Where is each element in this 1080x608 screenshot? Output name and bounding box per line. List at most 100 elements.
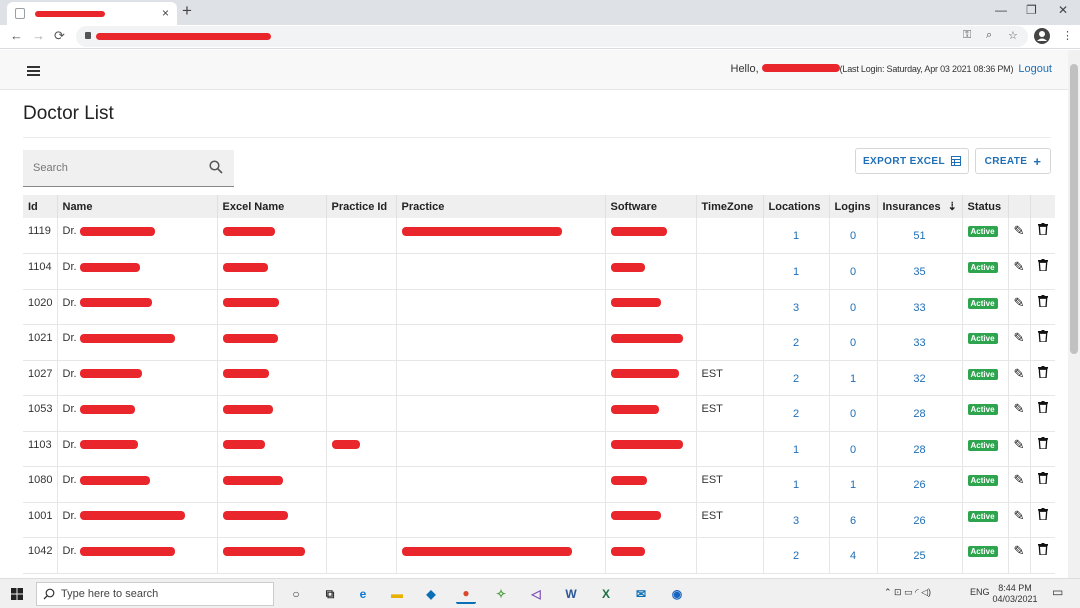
logout-link[interactable]: Logout	[1018, 63, 1052, 75]
table-row[interactable]: 1103 Dr. 1 0 28 Active ✎	[23, 431, 1055, 467]
col-header-logins[interactable]: Logins	[829, 195, 878, 218]
table-row[interactable]: 1080 Dr. EST 1 1 26 Active ✎	[23, 466, 1055, 503]
search-field[interactable]	[23, 150, 234, 187]
system-tray-icons[interactable]: ⌃ ⊡ ▭ ◜ ◁)	[884, 587, 931, 598]
forward-icon[interactable]: →	[32, 28, 45, 43]
col-header-practice[interactable]: Practice	[396, 195, 606, 218]
col-header-excel-name[interactable]: Excel Name	[217, 195, 327, 218]
back-icon[interactable]: ←	[10, 28, 23, 43]
notification-icon[interactable]: ▭	[1052, 585, 1063, 599]
taskbar-search-input[interactable]	[61, 586, 261, 602]
word-icon[interactable]: W	[561, 584, 581, 604]
delete-trash-icon[interactable]	[1037, 543, 1048, 556]
delete-trash-icon[interactable]	[1037, 401, 1048, 414]
chrome-icon[interactable]: ●	[456, 584, 476, 604]
cell-locations-link[interactable]: 2	[763, 395, 830, 432]
table-row[interactable]: 1027 Dr. EST 2 1 32 Active ✎	[23, 360, 1055, 396]
edit-pencil-icon[interactable]: ✎	[1014, 259, 1025, 274]
edge-icon[interactable]: e	[353, 584, 373, 604]
col-header-insurances[interactable]: Insurances ⇣	[877, 195, 963, 218]
sort-descending-icon[interactable]: ⇣	[948, 201, 957, 213]
cell-locations-link[interactable]: 1	[763, 431, 830, 467]
task-view-icon[interactable]: ⧉	[320, 584, 340, 604]
app-icon-2[interactable]: ◉	[667, 584, 687, 604]
visual-studio-icon[interactable]: ◁	[526, 584, 546, 604]
cell-insurances-link[interactable]: 32	[877, 360, 963, 396]
delete-trash-icon[interactable]	[1037, 223, 1048, 236]
cell-logins-link[interactable]: 0	[829, 395, 878, 432]
taskbar-search[interactable]	[36, 582, 274, 606]
cell-insurances-link[interactable]: 35	[877, 253, 963, 290]
browser-tab[interactable]: ×	[7, 2, 177, 25]
table-row[interactable]: 1020 Dr. 3 0 33 Active ✎	[23, 289, 1055, 325]
cell-locations-link[interactable]: 3	[763, 502, 830, 538]
edit-pencil-icon[interactable]: ✎	[1014, 508, 1025, 523]
cell-locations-link[interactable]: 2	[763, 537, 830, 574]
cell-insurances-link[interactable]: 25	[877, 537, 963, 574]
key-icon[interactable]: ⚿	[963, 29, 971, 42]
col-header-locations[interactable]: Locations	[763, 195, 830, 218]
edit-pencil-icon[interactable]: ✎	[1014, 401, 1025, 416]
page-scrollbar[interactable]	[1068, 50, 1080, 578]
cell-locations-link[interactable]: 1	[763, 253, 830, 290]
cell-locations-link[interactable]: 2	[763, 360, 830, 396]
edit-pencil-icon[interactable]: ✎	[1014, 543, 1025, 558]
excel-icon[interactable]: X	[596, 584, 616, 604]
cell-logins-link[interactable]: 0	[829, 218, 878, 254]
bookmark-star-icon[interactable]: ☆	[1008, 29, 1018, 42]
cell-insurances-link[interactable]: 28	[877, 431, 963, 467]
table-row[interactable]: 1042 Dr. 2 4 25 Active ✎	[23, 537, 1055, 574]
windows-start-icon[interactable]	[11, 588, 23, 600]
zoom-icon[interactable]: ⌕	[986, 29, 992, 42]
delete-trash-icon[interactable]	[1037, 436, 1048, 450]
search-input[interactable]	[33, 159, 203, 177]
create-button[interactable]: CREATE +	[975, 148, 1051, 174]
edit-pencil-icon[interactable]: ✎	[1014, 472, 1025, 487]
reload-icon[interactable]: ⟳	[54, 28, 65, 44]
cell-logins-link[interactable]: 6	[829, 502, 878, 538]
table-row[interactable]: 1053 Dr. EST 2 0 28 Active ✎	[23, 395, 1055, 432]
table-row[interactable]: 1104 Dr. 1 0 35 Active ✎	[23, 253, 1055, 290]
delete-trash-icon[interactable]	[1037, 365, 1048, 379]
cell-insurances-link[interactable]: 51	[877, 218, 963, 254]
tab-close-icon[interactable]: ×	[162, 6, 169, 20]
delete-trash-icon[interactable]	[1037, 472, 1048, 485]
search-icon[interactable]	[209, 160, 223, 174]
col-header-timezone[interactable]: TimeZone	[696, 195, 764, 218]
cell-logins-link[interactable]: 1	[829, 466, 878, 503]
cell-locations-link[interactable]: 1	[763, 218, 830, 254]
cell-logins-link[interactable]: 4	[829, 537, 878, 574]
cell-logins-link[interactable]: 0	[829, 253, 878, 290]
table-row[interactable]: 1001 Dr. EST 3 6 26 Active ✎	[23, 502, 1055, 538]
table-row[interactable]: 1021 Dr. 2 0 33 Active ✎	[23, 324, 1055, 361]
col-header-status[interactable]: Status	[962, 195, 1009, 218]
cell-insurances-link[interactable]: 33	[877, 324, 963, 361]
app-icon[interactable]: ✧	[491, 584, 511, 604]
taskbar-clock[interactable]: 8:44 PM 04/03/2021	[990, 583, 1040, 605]
edit-pencil-icon[interactable]: ✎	[1014, 437, 1025, 452]
cell-insurances-link[interactable]: 33	[877, 289, 963, 325]
cell-insurances-link[interactable]: 28	[877, 395, 963, 432]
cell-locations-link[interactable]: 1	[763, 466, 830, 503]
delete-trash-icon[interactable]	[1037, 507, 1048, 521]
export-excel-button[interactable]: EXPORT EXCEL	[855, 148, 969, 174]
edit-pencil-icon[interactable]: ✎	[1014, 223, 1025, 238]
delete-trash-icon[interactable]	[1037, 259, 1048, 272]
col-header-practice-id[interactable]: Practice Id	[326, 195, 397, 218]
mail-icon[interactable]: ✉	[631, 584, 651, 604]
dell-icon[interactable]: ◆	[421, 584, 441, 604]
col-header-software[interactable]: Software	[605, 195, 697, 218]
file-explorer-icon[interactable]: ▬	[387, 584, 407, 604]
cell-logins-link[interactable]: 0	[829, 324, 878, 361]
cell-insurances-link[interactable]: 26	[877, 502, 963, 538]
hamburger-menu-icon[interactable]	[27, 66, 40, 78]
cell-insurances-link[interactable]: 26	[877, 466, 963, 503]
cell-logins-link[interactable]: 0	[829, 431, 878, 467]
edit-pencil-icon[interactable]: ✎	[1014, 366, 1025, 381]
cortana-icon[interactable]: ○	[286, 584, 306, 604]
cell-logins-link[interactable]: 1	[829, 360, 878, 396]
window-close-icon[interactable]: ✕	[1058, 3, 1068, 17]
col-header-id[interactable]: Id	[23, 195, 58, 218]
delete-trash-icon[interactable]	[1037, 294, 1048, 308]
delete-trash-icon[interactable]	[1037, 330, 1048, 343]
